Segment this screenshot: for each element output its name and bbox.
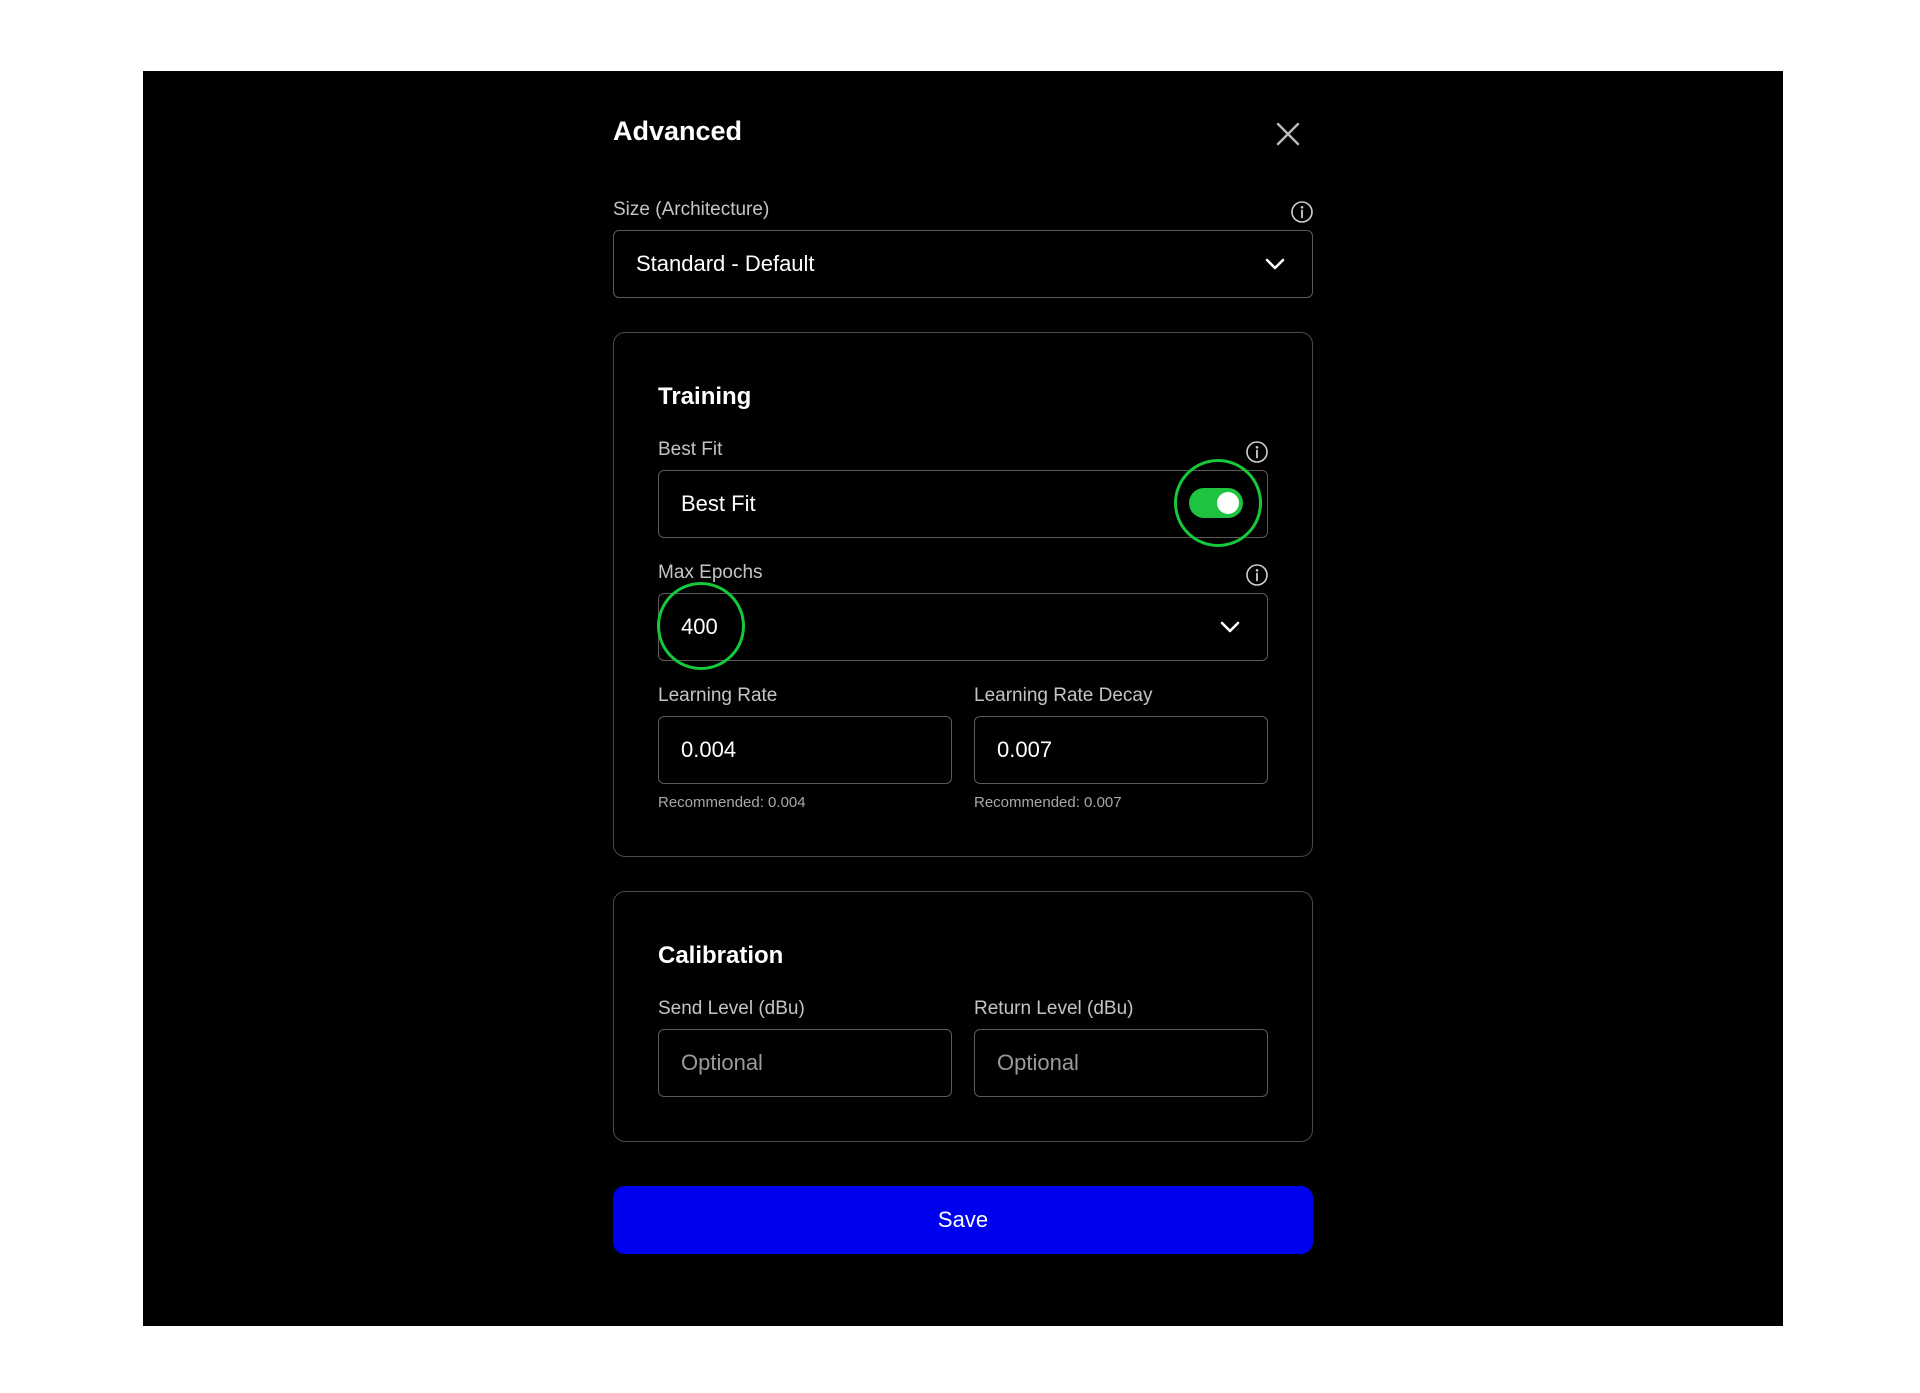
max-epochs-select[interactable]: 400 [658,593,1268,661]
best-fit-value: Best Fit [681,491,756,516]
return-level-placeholder: Optional [997,1050,1079,1075]
size-select[interactable]: Standard - Default [613,230,1313,298]
chevron-down-icon [1265,258,1285,270]
learning-rate-decay-label: Learning Rate Decay [974,685,1153,706]
send-level-input[interactable]: Optional [658,1029,952,1097]
size-label: Size (Architecture) [613,199,770,220]
screen-background: Advanced Size (Architecture) Standard - … [143,71,1783,1326]
max-epochs-value: 400 [681,614,718,639]
info-icon[interactable] [1245,563,1269,587]
close-button[interactable] [1274,120,1302,148]
learning-rate-hint: Recommended: 0.004 [658,794,806,811]
learning-rate-label: Learning Rate [658,685,778,706]
best-fit-toggle[interactable] [1189,488,1243,518]
learning-rate-decay-input[interactable]: 0.007 [974,716,1268,784]
size-select-value: Standard - Default [636,251,815,276]
learning-rate-decay-value: 0.007 [997,737,1053,762]
best-fit-field: Best Fit [658,470,1268,538]
info-icon[interactable] [1245,440,1269,464]
chevron-down-icon [1220,621,1240,633]
close-icon [1276,122,1300,146]
training-section: Training Best Fit Best Fit Max Epochs 40… [613,332,1313,857]
learning-rate-value: 0.004 [681,737,737,762]
send-level-label: Send Level (dBu) [658,998,805,1019]
save-button[interactable]: Save [613,1186,1313,1254]
calibration-title: Calibration [658,942,784,969]
training-title: Training [658,383,752,410]
send-level-placeholder: Optional [681,1050,763,1075]
advanced-dialog: Advanced Size (Architecture) Standard - … [613,71,1313,1326]
toggle-knob [1217,492,1239,514]
learning-rate-input[interactable]: 0.004 [658,716,952,784]
info-icon[interactable] [1290,200,1314,224]
best-fit-label: Best Fit [658,439,723,460]
learning-rate-decay-hint: Recommended: 0.007 [974,794,1122,811]
dialog-title: Advanced [613,116,743,146]
return-level-label: Return Level (dBu) [974,998,1134,1019]
max-epochs-label: Max Epochs [658,562,763,583]
return-level-input[interactable]: Optional [974,1029,1268,1097]
calibration-section: Calibration Send Level (dBu) Optional Re… [613,891,1313,1142]
